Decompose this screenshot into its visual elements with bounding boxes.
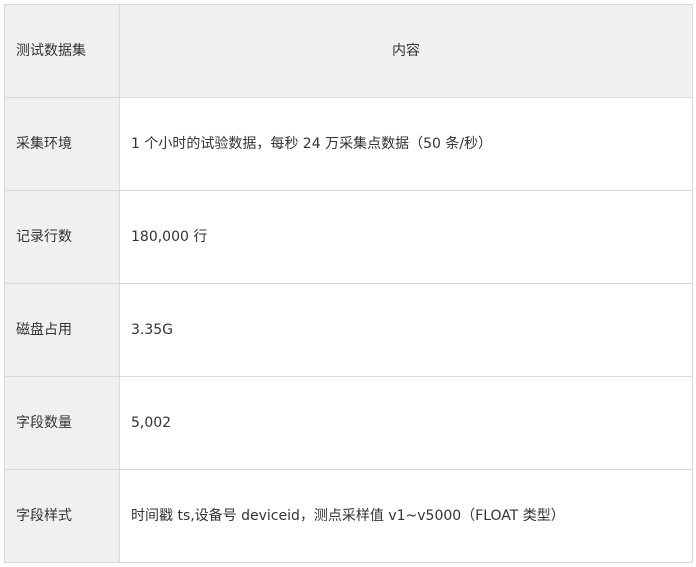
row-value: 5,002 [119, 376, 693, 470]
row-label: 字段样式 [4, 469, 120, 563]
row-label: 采集环境 [4, 97, 120, 191]
table-row: 字段数量 5,002 [4, 376, 693, 470]
row-value: 180,000 行 [119, 190, 693, 284]
table-body: 采集环境 1 个小时的试验数据，每秒 24 万采集点数据（50 条/秒） 记录行… [4, 97, 693, 563]
row-label: 字段数量 [4, 376, 120, 470]
header-row: 测试数据集 内容 [4, 4, 693, 98]
row-value: 1 个小时的试验数据，每秒 24 万采集点数据（50 条/秒） [119, 97, 693, 191]
table-row: 磁盘占用 3.35G [4, 283, 693, 377]
row-value: 时间戳 ts,设备号 deviceid，测点采样值 v1~v5000（FLOAT… [119, 469, 693, 563]
table-row: 记录行数 180,000 行 [4, 190, 693, 284]
row-label: 磁盘占用 [4, 283, 120, 377]
table-row: 字段样式 时间戳 ts,设备号 deviceid，测点采样值 v1~v5000（… [4, 469, 693, 563]
dataset-info-table-container: 测试数据集 内容 采集环境 1 个小时的试验数据，每秒 24 万采集点数据（50… [4, 4, 693, 563]
table-header: 测试数据集 内容 [4, 4, 693, 98]
row-label: 记录行数 [4, 190, 120, 284]
header-dataset: 测试数据集 [4, 4, 120, 98]
row-value: 3.35G [119, 283, 693, 377]
table-row: 采集环境 1 个小时的试验数据，每秒 24 万采集点数据（50 条/秒） [4, 97, 693, 191]
header-content: 内容 [119, 4, 693, 98]
dataset-info-table: 测试数据集 内容 采集环境 1 个小时的试验数据，每秒 24 万采集点数据（50… [4, 4, 693, 563]
